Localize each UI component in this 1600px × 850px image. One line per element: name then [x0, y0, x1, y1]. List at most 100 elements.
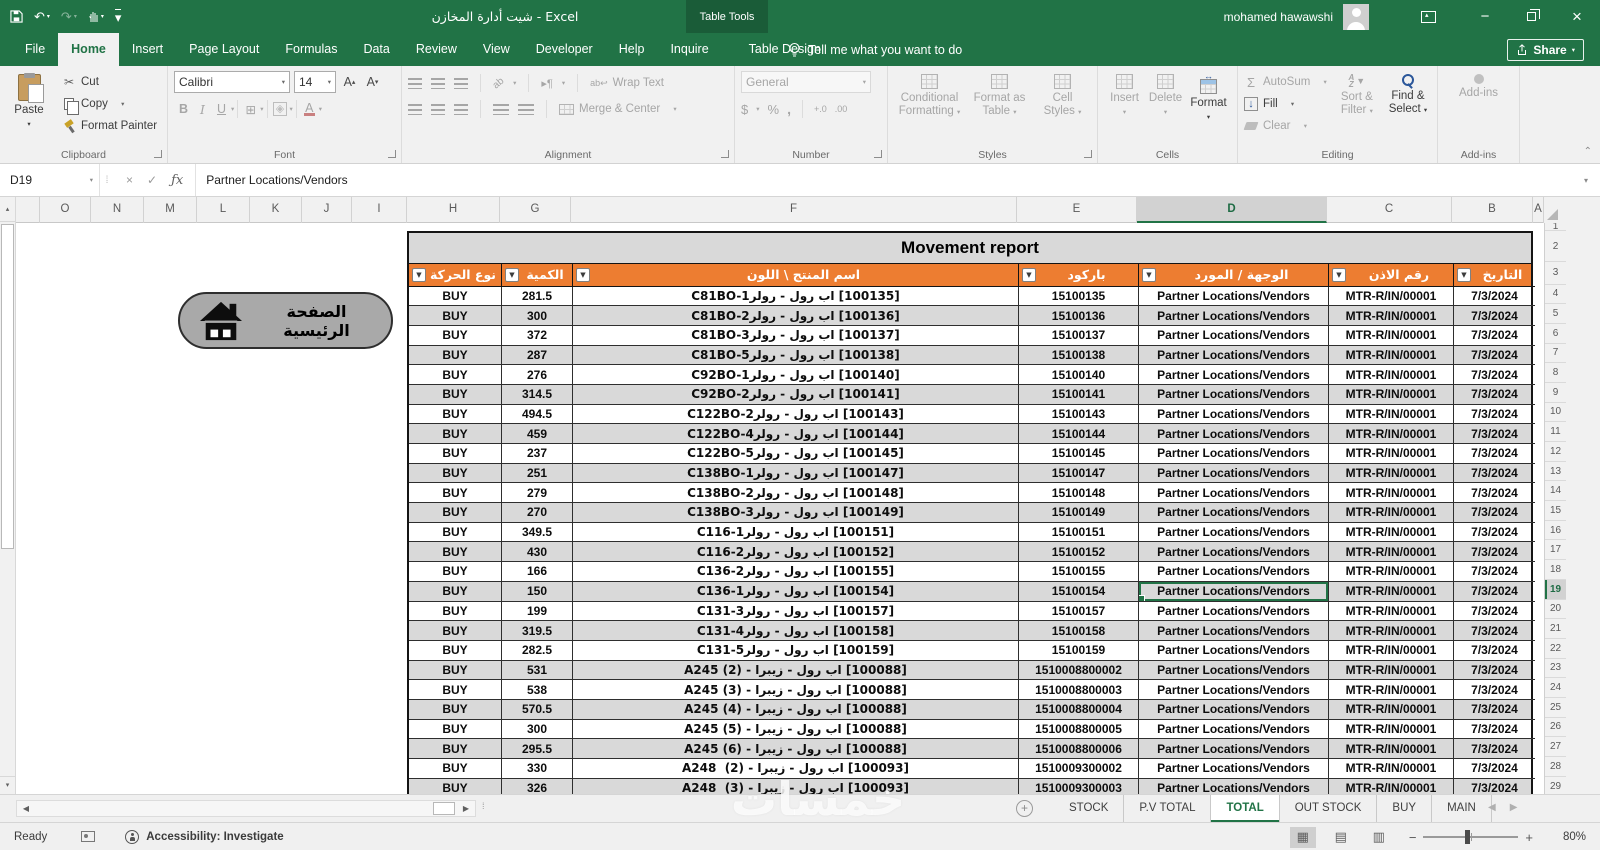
zoom-slider[interactable] [1423, 830, 1519, 845]
cell-quantity[interactable]: 251 [502, 463, 573, 484]
align-right-icon[interactable] [454, 103, 468, 115]
cell-barcode[interactable]: 1510009300002 [1019, 759, 1139, 779]
cell-date[interactable]: 7/3/2024 [1454, 523, 1535, 543]
cell-barcode[interactable]: 15100157 [1019, 601, 1139, 622]
name-box[interactable]: D19 ▾ [0, 164, 100, 196]
macro-record-icon[interactable] [81, 831, 96, 842]
row-header[interactable]: 26 [1545, 718, 1566, 738]
decrease-decimal-icon[interactable]: .00 [835, 104, 848, 114]
cell-quantity[interactable]: 150 [502, 581, 573, 602]
cell-permit-number[interactable]: MTR-R/IN/00001 [1329, 542, 1454, 563]
view-normal-button[interactable]: ▦ [1289, 826, 1316, 848]
cell-movement-type[interactable]: BUY [409, 483, 502, 504]
scroll-down-icon[interactable]: ▾ [0, 776, 15, 794]
accessibility-icon[interactable] [125, 829, 140, 844]
cell-quantity[interactable]: 494.5 [502, 404, 573, 425]
cell-product-name[interactable]: ⁦A245 (3)⁩ - ⁧زيبرا⁩ - ⁧رول⁩ ⁧اب⁩ ⁦[1000… [573, 680, 1019, 700]
ribbon-tab[interactable]: Inquire [657, 33, 721, 66]
align-left-icon[interactable] [408, 103, 422, 115]
row-header[interactable]: 23 [1545, 659, 1566, 679]
cell-product-name[interactable]: ⁦C116-2⁩⁧رولر⁩ - ⁧رول⁩ ⁧اب⁩ ⁦[100152]⁩ [573, 542, 1019, 563]
cell-barcode[interactable]: 15100151 [1019, 522, 1139, 543]
cell-vendor[interactable]: Partner Locations/Vendors [1139, 759, 1329, 779]
name-box-splitter[interactable]: ⁞ [100, 164, 114, 196]
ribbon-tab[interactable]: File [12, 33, 58, 66]
cell-vendor[interactable]: Partner Locations/Vendors [1139, 483, 1329, 504]
increase-indent-icon[interactable] [493, 103, 509, 115]
cell-date[interactable]: 7/3/2024 [1454, 385, 1535, 405]
row-header[interactable]: 20 [1545, 600, 1566, 620]
cell-date[interactable]: 7/3/2024 [1454, 700, 1535, 720]
sheet-tab[interactable]: MAIN [1432, 795, 1492, 822]
cell-movement-type[interactable]: BUY [409, 306, 502, 326]
cell-permit-number[interactable]: MTR-R/IN/00001 [1329, 562, 1454, 582]
cell-date[interactable]: 7/3/2024 [1454, 346, 1535, 366]
cell-vendor[interactable]: Partner Locations/Vendors [1139, 621, 1329, 641]
column-header[interactable]: L [197, 197, 250, 223]
font-color-icon[interactable]: A [300, 99, 319, 119]
cell-quantity[interactable]: 430 [502, 542, 573, 563]
cell-quantity[interactable]: 281.5 [502, 286, 573, 307]
zoom-slider-thumb[interactable] [1465, 830, 1471, 845]
cell-product-name[interactable]: ⁦A245 (5)⁩ - ⁧زيبرا⁩ - ⁧رول⁩ ⁧اب⁩ ⁦[1000… [573, 719, 1019, 740]
cell-movement-type[interactable]: BUY [409, 345, 502, 366]
cell-quantity[interactable]: 319.5 [502, 621, 573, 641]
column-header[interactable]: D [1137, 197, 1327, 223]
cell-product-name[interactable]: ⁦A245 (6)⁩ - ⁧زيبرا⁩ - ⁧رول⁩ ⁧اب⁩ ⁦[1000… [573, 739, 1019, 759]
cell-quantity[interactable]: 237 [502, 444, 573, 464]
row-header[interactable]: 6 [1545, 324, 1566, 344]
cell-permit-number[interactable]: MTR-R/IN/00001 [1329, 286, 1454, 307]
cell-date[interactable]: 7/3/2024 [1454, 621, 1535, 641]
column-header[interactable]: C [1327, 197, 1452, 223]
cell-barcode[interactable]: 1510008800006 [1019, 739, 1139, 759]
row-header[interactable]: 25 [1545, 698, 1566, 718]
horizontal-scrollbar[interactable]: ◀ ▶ [16, 800, 476, 817]
cell-date[interactable]: 7/3/2024 [1454, 602, 1535, 622]
cell-quantity[interactable]: 300 [502, 306, 573, 326]
cell-movement-type[interactable]: BUY [409, 601, 502, 622]
cell-date[interactable]: 7/3/2024 [1454, 503, 1535, 523]
view-page-layout-button[interactable]: ▤ [1328, 827, 1354, 848]
font-size-select[interactable]: 14 ▾ [294, 71, 336, 93]
cell-barcode[interactable]: 15100144 [1019, 424, 1139, 444]
cell-vendor[interactable]: Partner Locations/Vendors [1139, 522, 1329, 543]
cancel-icon[interactable]: × [126, 173, 133, 187]
row-header[interactable]: 3 [1545, 262, 1566, 285]
filter-button[interactable]: ▼ [1332, 268, 1346, 282]
cell-quantity[interactable]: 276 [502, 365, 573, 385]
fill-button[interactable]: ↓ Fill ▾ [1244, 93, 1329, 115]
orientation-icon[interactable]: ab [491, 75, 507, 91]
cell-permit-number[interactable]: MTR-R/IN/00001 [1329, 680, 1454, 700]
cell-vendor[interactable]: Partner Locations/Vendors [1139, 542, 1329, 563]
cell-date[interactable]: 7/3/2024 [1454, 306, 1535, 326]
cell-movement-type[interactable]: BUY [409, 699, 502, 720]
row-header[interactable]: 1 [1545, 223, 1566, 231]
row-header[interactable]: 21 [1545, 619, 1566, 639]
cell-quantity[interactable]: 314.5 [502, 384, 573, 405]
column-header[interactable]: I [352, 197, 407, 223]
cell-vendor[interactable]: Partner Locations/Vendors [1139, 384, 1329, 405]
cell-permit-number[interactable]: MTR-R/IN/00001 [1329, 365, 1454, 385]
cell-date[interactable]: 7/3/2024 [1454, 661, 1535, 681]
cell-vendor[interactable]: Partner Locations/Vendors [1139, 680, 1329, 700]
dialog-launcher-icon[interactable] [874, 150, 882, 158]
row-header[interactable]: 17 [1545, 540, 1566, 561]
minimize-button[interactable]: − [1462, 0, 1508, 33]
cell-quantity[interactable]: 295.5 [502, 739, 573, 759]
cell-barcode[interactable]: 15100138 [1019, 345, 1139, 366]
cell-product-name[interactable]: ⁦A248 (2)⁩ - ⁧زيبرا⁩ - ⁧رول⁩ ⁧اب⁩ ⁦[1000… [573, 759, 1019, 779]
increase-font-icon[interactable]: A ▴ [340, 72, 359, 92]
cell-vendor[interactable]: Partner Locations/Vendors [1139, 325, 1329, 346]
cell-quantity[interactable]: 349.5 [502, 522, 573, 543]
column-header[interactable] [16, 197, 40, 223]
column-header[interactable]: M [144, 197, 197, 223]
row-header[interactable]: 28 [1545, 757, 1566, 777]
cell-vendor[interactable]: Partner Locations/Vendors [1139, 699, 1329, 720]
cell-vendor[interactable]: Partner Locations/Vendors [1139, 640, 1329, 661]
cell-movement-type[interactable]: BUY [409, 621, 502, 641]
row-header[interactable]: 29 [1545, 777, 1566, 794]
ribbon-tab[interactable]: Review [403, 33, 470, 66]
column-header[interactable]: G [500, 197, 571, 223]
cell-barcode[interactable]: 15100159 [1019, 640, 1139, 661]
scroll-left-icon[interactable]: ◀ [17, 804, 35, 813]
